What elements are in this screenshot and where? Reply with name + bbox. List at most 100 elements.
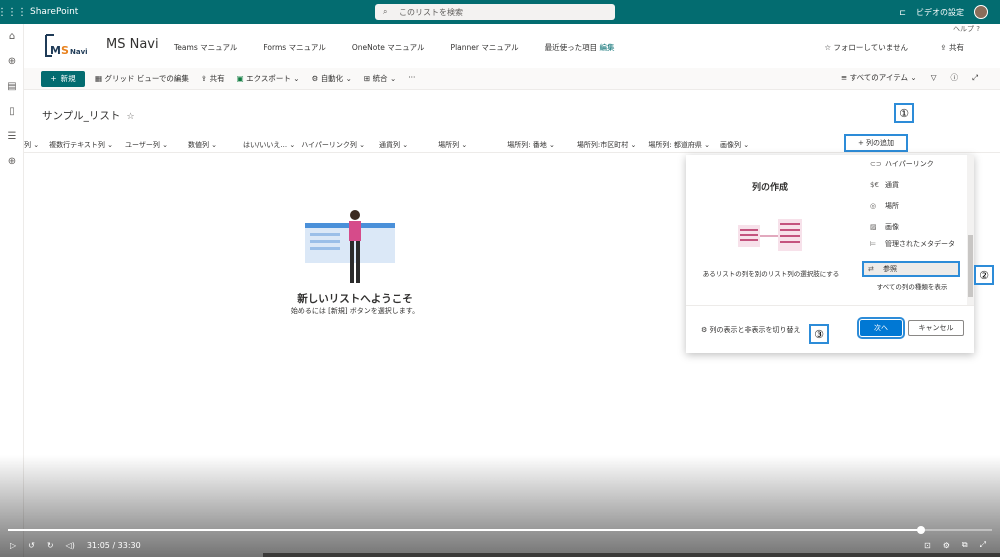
column-type-label: 通貨 bbox=[885, 181, 899, 189]
video-player-controls: ▷ ↺ ↻ ◁) 31:05 / 33:30 ⊡ ⚙ ⧉ ⤢ bbox=[0, 537, 1000, 553]
expand-icon[interactable]: ⤢ bbox=[972, 73, 978, 83]
list-icon[interactable]: ☰ bbox=[0, 124, 24, 149]
nav-item-onenote[interactable]: OneNote マニュアル bbox=[352, 42, 425, 53]
toggle-columns-link[interactable]: ⚙ 列の表示と非表示を切り替え bbox=[701, 325, 801, 335]
column-type-hyperlink[interactable]: ⊂⊃ ハイパーリンク bbox=[870, 160, 962, 169]
show-all-column-types-link[interactable]: すべての列の種類を表示 bbox=[866, 283, 958, 292]
empty-list-illustration bbox=[305, 210, 395, 283]
column-type-currency[interactable]: $€ 通貨 bbox=[870, 181, 962, 190]
add-column-button[interactable]: + 列の追加 bbox=[844, 134, 908, 152]
globe-icon[interactable]: ⊕ bbox=[0, 49, 24, 74]
column-header[interactable]: 場所列: 番地 ⌄ bbox=[507, 140, 555, 150]
grid-edit-button[interactable]: ▦ グリッド ビューでの編集 bbox=[95, 73, 189, 84]
share-site-button[interactable]: ⇪ 共有 bbox=[940, 42, 964, 53]
news-icon[interactable]: ▤ bbox=[0, 74, 24, 99]
chevron-down-icon: ⌄ bbox=[345, 74, 352, 83]
step-callout-1: ① bbox=[894, 103, 914, 123]
help-link[interactable]: ヘルプ ? bbox=[953, 24, 980, 34]
scrollbar-thumb[interactable] bbox=[968, 235, 973, 297]
column-label: 場所列:市区町村 bbox=[576, 140, 629, 149]
column-label: 通貨列 bbox=[379, 140, 401, 149]
add-icon[interactable]: ⊕ bbox=[0, 149, 24, 174]
cancel-button[interactable]: キャンセル bbox=[908, 320, 964, 336]
column-label: はい/いいえ... bbox=[243, 140, 288, 149]
column-header[interactable]: 列 ⌄ bbox=[24, 140, 39, 150]
column-header[interactable]: 数値列 ⌄ bbox=[188, 140, 217, 150]
column-header[interactable]: 画像列 ⌄ bbox=[720, 140, 749, 150]
column-type-location[interactable]: ◎ 場所 bbox=[870, 202, 962, 211]
command-items: ▦ グリッド ビューでの編集 ⇪ 共有 ▣ エクスポート ⌄ ⚙ 自動化 ⌄ ⊞… bbox=[95, 73, 415, 84]
column-type-managed-metadata[interactable]: ⊨ 管理されたメタデータ bbox=[870, 240, 962, 249]
command-right: ≡ すべてのアイテム ⌄ ▽ ⓘ ⤢ bbox=[841, 72, 978, 83]
nav-item-planner[interactable]: Planner マニュアル bbox=[451, 42, 519, 53]
avatar[interactable] bbox=[974, 5, 988, 19]
panel-description: あるリストの列を別のリスト列の選択肢にする bbox=[702, 270, 840, 278]
automate-button[interactable]: ⚙ 自動化 ⌄ bbox=[312, 73, 352, 84]
search-box[interactable]: ⌕ このリストを検索 bbox=[375, 4, 615, 20]
info-icon[interactable]: ⓘ bbox=[951, 72, 959, 83]
site-title[interactable]: MS Navi bbox=[106, 37, 159, 52]
share-list-button[interactable]: ⇪ 共有 bbox=[201, 73, 225, 84]
list-title: サンプル_リスト ☆ bbox=[42, 108, 135, 123]
column-header[interactable]: 通貨列 ⌄ bbox=[379, 140, 408, 150]
chat-icon[interactable]: ⊏ bbox=[899, 8, 906, 17]
new-item-label: 新規 bbox=[60, 74, 76, 83]
nav-item-teams[interactable]: Teams マニュアル bbox=[174, 42, 237, 53]
grid-edit-label: グリッド ビューでの編集 bbox=[104, 74, 189, 83]
list-title-text[interactable]: サンプル_リスト bbox=[42, 110, 120, 122]
follow-button[interactable]: ☆ フォローしていません bbox=[824, 42, 908, 53]
suite-right: ⊏ ビデオの設定 bbox=[899, 0, 988, 24]
help-icon: ? bbox=[976, 25, 980, 33]
settings-icon[interactable]: ⚙ bbox=[943, 541, 950, 550]
fullscreen-icon[interactable]: ⤢ bbox=[980, 540, 986, 550]
more-button[interactable]: ··· bbox=[408, 73, 415, 84]
export-button[interactable]: ▣ エクスポート ⌄ bbox=[237, 73, 300, 84]
column-header[interactable]: 場所列: 都道府県 ⌄ bbox=[648, 140, 710, 150]
nav-item-forms[interactable]: Forms マニュアル bbox=[263, 42, 325, 53]
automate-label: 自動化 bbox=[320, 74, 344, 83]
column-header[interactable]: 場所列:市区町村 ⌄ bbox=[577, 140, 636, 150]
nav-edit-link[interactable]: 編集 bbox=[600, 43, 615, 52]
column-header[interactable]: はい/いいえ... ⌄ bbox=[243, 140, 295, 150]
captions-icon[interactable]: ⊡ bbox=[924, 541, 931, 550]
rewind-icon[interactable]: ↺ bbox=[28, 541, 35, 550]
pip-icon[interactable]: ⧉ bbox=[962, 540, 968, 550]
column-type-image[interactable]: ▨ 画像 bbox=[870, 223, 962, 232]
empty-title: 新しいリストへようこそ bbox=[297, 293, 413, 305]
home-icon[interactable]: ⌂ bbox=[0, 24, 24, 49]
column-header[interactable]: ハイパーリンク列 ⌄ bbox=[301, 140, 365, 150]
next-button[interactable]: 次へ bbox=[857, 317, 905, 339]
integrate-icon: ⊞ bbox=[363, 74, 371, 83]
view-selector[interactable]: ≡ すべてのアイテム ⌄ bbox=[841, 72, 917, 83]
video-settings-label[interactable]: ビデオの設定 bbox=[916, 7, 964, 18]
svg-text:Navi: Navi bbox=[70, 48, 88, 56]
favorite-star-icon[interactable]: ☆ bbox=[126, 112, 134, 122]
step-callout-3: ③ bbox=[809, 324, 829, 344]
new-item-button[interactable]: + 新規 bbox=[41, 70, 85, 87]
column-header[interactable]: ユーザー列 ⌄ bbox=[125, 140, 168, 150]
filter-icon[interactable]: ▽ bbox=[931, 73, 937, 82]
suite-bar: ⋮⋮⋮ SharePoint ⌕ このリストを検索 ⊏ ビデオの設定 bbox=[0, 0, 1000, 24]
svg-text:M: M bbox=[50, 44, 61, 57]
chevron-down-icon: ⌄ bbox=[910, 73, 917, 82]
site-logo[interactable]: M S Navi bbox=[44, 32, 92, 60]
volume-icon[interactable]: ◁) bbox=[66, 541, 75, 550]
column-header[interactable]: 複数行テキスト列 ⌄ bbox=[49, 140, 113, 150]
video-progress-bar[interactable] bbox=[8, 526, 992, 534]
column-label: 列 bbox=[24, 140, 31, 149]
app-name[interactable]: SharePoint bbox=[30, 7, 78, 17]
search-icon: ⌕ bbox=[383, 7, 388, 16]
play-icon[interactable]: ▷ bbox=[10, 541, 16, 550]
player-right: ⊡ ⚙ ⧉ ⤢ bbox=[924, 537, 986, 553]
document-icon[interactable]: ▯ bbox=[0, 99, 24, 124]
nav-recent-label[interactable]: 最近使った項目 bbox=[545, 43, 598, 52]
app-launcher-icon[interactable]: ⋮⋮⋮ bbox=[0, 0, 27, 24]
forward-icon[interactable]: ↻ bbox=[47, 541, 54, 550]
column-header[interactable]: 場所列 ⌄ bbox=[438, 140, 467, 150]
panel-scrollbar[interactable] bbox=[967, 155, 974, 305]
share-icon: ⇪ bbox=[200, 74, 208, 83]
integrate-button[interactable]: ⊞ 統合 ⌄ bbox=[364, 73, 396, 84]
column-type-label: 場所 bbox=[885, 202, 899, 210]
column-type-lookup[interactable]: ⇄ 参照 bbox=[862, 261, 960, 277]
panel-divider bbox=[686, 305, 974, 306]
